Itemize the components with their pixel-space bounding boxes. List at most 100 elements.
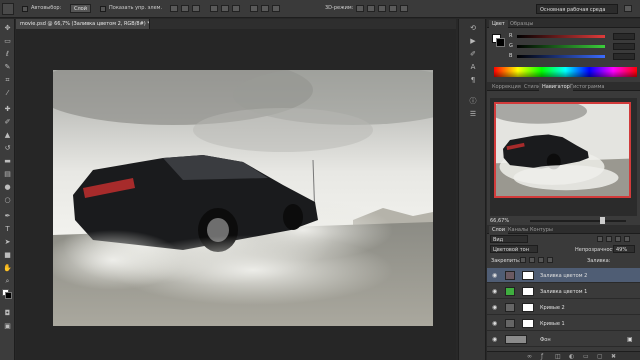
slider-b-value[interactable] bbox=[613, 53, 635, 60]
visibility-eye-icon[interactable]: ◉ bbox=[492, 304, 499, 311]
opacity-input[interactable]: 49% bbox=[613, 245, 635, 253]
crop-icon[interactable]: ⌗ bbox=[3, 76, 12, 84]
zoom-slider-handle[interactable] bbox=[600, 217, 605, 224]
align-middle-icon[interactable] bbox=[181, 5, 189, 12]
search-icon[interactable] bbox=[624, 5, 632, 12]
new-layer-icon[interactable]: ▢ bbox=[597, 353, 603, 360]
tab-swatches[interactable]: Образцы bbox=[507, 20, 536, 28]
filter-shape-icon[interactable] bbox=[624, 236, 630, 242]
visibility-eye-icon[interactable]: ◉ bbox=[492, 288, 499, 295]
info-icon[interactable]: ⓘ bbox=[468, 97, 478, 106]
paragraph-icon[interactable]: ¶ bbox=[468, 76, 478, 85]
mask-icon[interactable]: ◫ bbox=[555, 353, 561, 360]
layer-mask-thumbnail[interactable] bbox=[522, 271, 534, 280]
auto-select-dropdown[interactable]: Слой bbox=[70, 4, 91, 13]
color-panel-bg-swatch[interactable] bbox=[496, 38, 505, 47]
distribute-icon[interactable] bbox=[250, 5, 258, 12]
gradient-icon[interactable]: ▤ bbox=[3, 170, 12, 178]
distribute-v-icon[interactable] bbox=[272, 5, 280, 12]
brush-icon[interactable]: ✐ bbox=[3, 118, 12, 126]
layer-row[interactable]: ◉ Кривые 1 bbox=[487, 316, 640, 331]
3d-pan-icon[interactable] bbox=[378, 5, 386, 12]
navigator-preview[interactable] bbox=[490, 98, 637, 216]
distribute-h-icon[interactable] bbox=[261, 5, 269, 12]
document-tab[interactable]: movie.psd @ 66,7% (Заливка цветом 2, RGB… bbox=[16, 19, 150, 29]
zoom-slider-track[interactable] bbox=[530, 220, 626, 222]
blend-mode-dropdown[interactable]: Цветовой тон bbox=[490, 245, 538, 253]
lock-all-icon[interactable] bbox=[547, 257, 553, 263]
hand-icon[interactable]: ✋ bbox=[3, 264, 12, 272]
workspace-dropdown[interactable]: Основная рабочая среда bbox=[536, 4, 618, 14]
layer-row[interactable]: ◉ Заливка цветом 1 bbox=[487, 284, 640, 299]
align-left-icon[interactable] bbox=[210, 5, 218, 12]
pen-icon[interactable]: ✒ bbox=[3, 212, 12, 220]
slider-g-track[interactable] bbox=[517, 45, 605, 48]
layer-name[interactable]: Заливка цветом 1 bbox=[540, 289, 587, 295]
tab-color[interactable]: Цвет bbox=[489, 20, 508, 28]
move-tool-preset-icon[interactable] bbox=[2, 3, 14, 15]
align-bottom-icon[interactable] bbox=[192, 5, 200, 12]
3d-roll-icon[interactable] bbox=[367, 5, 375, 12]
shape-icon[interactable]: ■ bbox=[3, 251, 12, 259]
layer-row[interactable]: ◉ Заливка цветом 2 bbox=[487, 268, 640, 283]
marquee-icon[interactable]: ▭ bbox=[3, 37, 12, 45]
stamp-icon[interactable]: ▲ bbox=[3, 131, 12, 139]
history-brush-icon[interactable]: ↺ bbox=[3, 144, 12, 152]
slider-r-track[interactable] bbox=[517, 35, 605, 38]
zoom-icon[interactable]: ⌕ bbox=[3, 277, 12, 285]
eyedropper-icon[interactable]: ⁄ bbox=[3, 89, 12, 97]
slider-b-track[interactable] bbox=[517, 55, 605, 58]
trash-icon[interactable]: ✖ bbox=[611, 353, 616, 360]
layer-filter-dropdown[interactable]: Вид bbox=[490, 235, 528, 243]
layer-mask-thumbnail[interactable] bbox=[522, 303, 534, 312]
auto-select-checkbox[interactable] bbox=[22, 6, 28, 12]
tab-paths[interactable]: Контуры bbox=[527, 226, 556, 234]
layer-name[interactable]: Фон bbox=[540, 337, 551, 343]
dodge-icon[interactable]: ○ bbox=[3, 196, 12, 204]
layer-mask-thumbnail[interactable] bbox=[522, 287, 534, 296]
visibility-eye-icon[interactable]: ◉ bbox=[492, 336, 499, 343]
lock-transparency-icon[interactable] bbox=[520, 257, 526, 263]
history-icon[interactable]: ⟲ bbox=[468, 24, 478, 33]
visibility-eye-icon[interactable]: ◉ bbox=[492, 320, 499, 327]
filter-adjust-icon[interactable] bbox=[606, 236, 612, 242]
3d-slide-icon[interactable] bbox=[389, 5, 397, 12]
eraser-icon[interactable]: ▬ bbox=[3, 157, 12, 165]
group-icon[interactable]: ▭ bbox=[583, 353, 589, 360]
quick-select-icon[interactable]: ✎ bbox=[3, 63, 12, 71]
tab-adjustments[interactable]: Коррекция bbox=[489, 83, 524, 91]
healing-icon[interactable]: ✚ bbox=[3, 105, 12, 113]
layer-mask-thumbnail[interactable] bbox=[522, 319, 534, 328]
layer-name[interactable]: Заливка цветом 2 bbox=[540, 273, 587, 279]
layer-name[interactable]: Кривые 2 bbox=[540, 305, 565, 311]
quick-mask-icon[interactable]: ◘ bbox=[3, 309, 12, 317]
slider-b[interactable]: B bbox=[509, 53, 637, 60]
zoom-value[interactable]: 66,67% bbox=[490, 218, 509, 224]
fx-icon[interactable]: ƒ bbox=[541, 353, 543, 360]
slider-r[interactable]: R bbox=[509, 33, 637, 40]
lasso-icon[interactable]: ℓ bbox=[3, 50, 12, 58]
lock-position-icon[interactable] bbox=[538, 257, 544, 263]
slider-g-value[interactable] bbox=[613, 43, 635, 50]
tab-histogram[interactable]: Гистограмма bbox=[567, 83, 608, 91]
brush-panel-icon[interactable]: ✐ bbox=[468, 50, 478, 59]
align-center-icon[interactable] bbox=[221, 5, 229, 12]
adjustment-icon[interactable]: ◐ bbox=[569, 353, 574, 360]
path-select-icon[interactable]: ➤ bbox=[3, 238, 12, 246]
type-icon[interactable]: T bbox=[3, 225, 12, 233]
background-color-swatch[interactable] bbox=[5, 292, 12, 299]
3d-scale-icon[interactable] bbox=[400, 5, 408, 12]
align-top-icon[interactable] bbox=[170, 5, 178, 12]
lock-image-icon[interactable] bbox=[529, 257, 535, 263]
slider-r-value[interactable] bbox=[613, 33, 635, 40]
filter-type-icon[interactable] bbox=[615, 236, 621, 242]
properties-icon[interactable]: ☰ bbox=[468, 110, 478, 119]
color-spectrum[interactable] bbox=[494, 67, 637, 77]
3d-rotate-icon[interactable] bbox=[356, 5, 364, 12]
filter-pixel-icon[interactable] bbox=[597, 236, 603, 242]
layer-name[interactable]: Кривые 1 bbox=[540, 321, 565, 327]
character-icon[interactable]: A bbox=[468, 63, 478, 72]
navigator-view-box[interactable] bbox=[494, 102, 631, 198]
layer-row[interactable]: ◉ Фон ▣ bbox=[487, 332, 640, 347]
link-icon[interactable]: ∞ bbox=[527, 353, 532, 360]
